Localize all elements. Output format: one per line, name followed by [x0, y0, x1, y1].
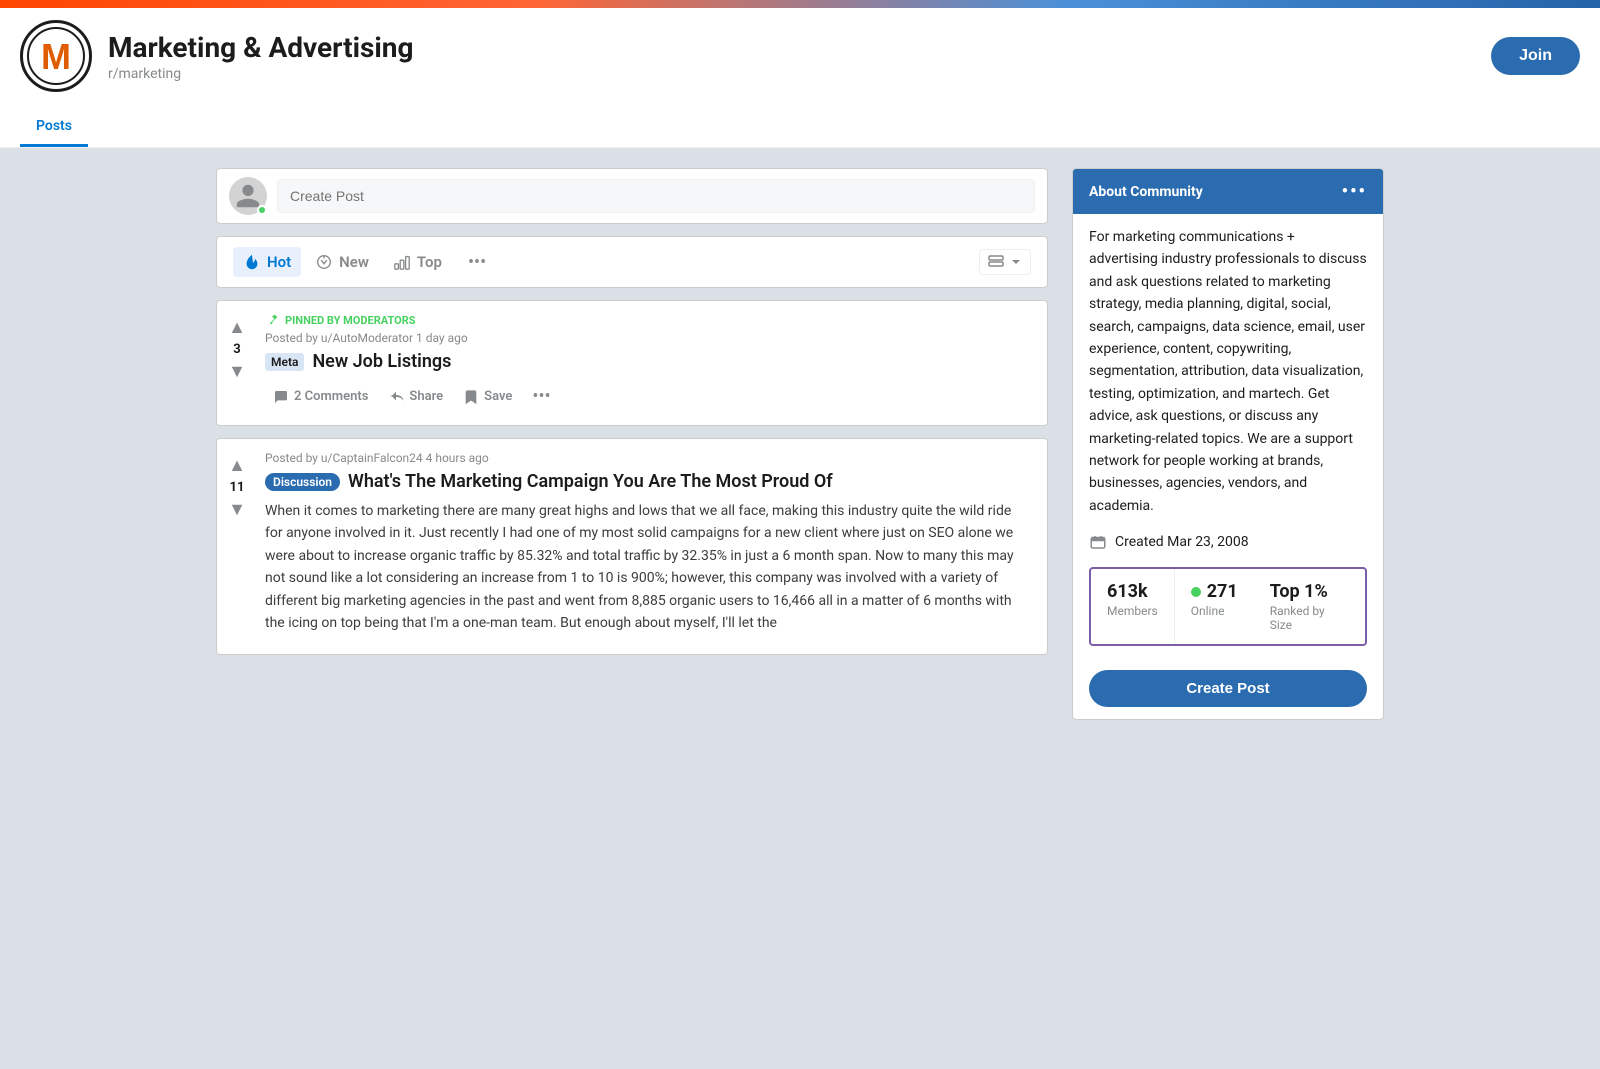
post-title-row-1: Meta New Job Listings — [265, 351, 1031, 372]
user-avatar — [229, 177, 267, 215]
members-label: Members — [1107, 604, 1158, 618]
about-more-btn[interactable]: ••• — [1342, 181, 1367, 202]
vote-col-2: ▲ 11 ▼ — [217, 447, 257, 646]
share-btn-1[interactable]: Share — [380, 383, 451, 411]
post-title-row-2: Discussion What's The Marketing Campaign… — [265, 471, 1031, 492]
downvote-2[interactable]: ▼ — [228, 499, 246, 520]
about-box: About Community ••• For marketing commun… — [1072, 168, 1384, 720]
create-post-box — [216, 168, 1048, 224]
online-label: Online — [1191, 604, 1238, 618]
sort-more-btn[interactable]: ••• — [460, 248, 494, 277]
main-feed: Hot New Top ••• — [216, 168, 1048, 736]
online-dot-sidebar — [1191, 587, 1201, 597]
about-header-label: About Community — [1089, 184, 1203, 200]
created-label: Created Mar 23, 2008 — [1115, 534, 1249, 550]
tag-meta-1: Meta — [265, 353, 304, 371]
about-header: About Community ••• — [1073, 169, 1383, 214]
post-title-2[interactable]: What's The Marketing Campaign You Are Th… — [348, 471, 833, 492]
comments-btn-1[interactable]: 2 Comments — [265, 383, 376, 411]
vote-count-1: 3 — [233, 342, 240, 357]
save-btn-1[interactable]: Save — [455, 383, 520, 411]
community-icon: M — [20, 20, 92, 92]
create-post-input[interactable] — [277, 179, 1035, 213]
post-body-2: When it comes to marketing there are man… — [265, 500, 1031, 634]
sort-bar: Hot New Top ••• — [216, 236, 1048, 288]
post-meta-1: Posted by u/AutoModerator 1 day ago — [265, 331, 1031, 345]
top-stat: Top 1% Ranked by Size — [1254, 569, 1365, 644]
vote-count-2: 11 — [230, 480, 245, 495]
page-layout: Hot New Top ••• — [200, 148, 1400, 756]
online-dot — [257, 205, 267, 215]
sort-new-label: New — [339, 253, 369, 271]
downvote-1[interactable]: ▼ — [228, 361, 246, 382]
created-row: Created Mar 23, 2008 — [1089, 533, 1367, 551]
view-toggle[interactable] — [979, 249, 1031, 275]
post-more-1[interactable]: ••• — [524, 380, 558, 413]
top-value: Top 1% — [1270, 581, 1349, 602]
community-name: Marketing & Advertising — [108, 31, 1475, 64]
members-stat: 613k Members — [1091, 569, 1175, 644]
post-content-2: Posted by u/CaptainFalcon24 4 hours ago … — [257, 447, 1039, 646]
svg-text:M: M — [41, 36, 71, 77]
top-bar — [0, 0, 1600, 8]
post-actions-1: 2 Comments Share Save ••• — [265, 380, 1031, 413]
header-text: Marketing & Advertising r/marketing — [108, 31, 1475, 82]
sidebar-create-post-btn[interactable]: Create Post — [1089, 670, 1367, 707]
about-description: For marketing communications + advertisi… — [1089, 226, 1367, 517]
nav-tabs: Posts — [20, 108, 1580, 147]
tab-posts[interactable]: Posts — [20, 108, 88, 147]
stats-row: 613k Members 271 Online Top 1% Ranked by… — [1089, 567, 1367, 646]
sort-hot[interactable]: Hot — [233, 247, 301, 277]
sort-top[interactable]: Top — [383, 247, 452, 277]
post-title-1[interactable]: New Job Listings — [312, 351, 451, 372]
community-header: M Marketing & Advertising r/marketing Jo… — [0, 8, 1600, 148]
sidebar: About Community ••• For marketing commun… — [1072, 168, 1384, 736]
post-meta-2: Posted by u/CaptainFalcon24 4 hours ago — [265, 451, 1031, 465]
join-button[interactable]: Join — [1491, 37, 1580, 75]
sort-new[interactable]: New — [305, 247, 379, 277]
post-content-1: PINNED BY MODERATORS Posted by u/AutoMod… — [257, 309, 1039, 417]
vote-col-1: ▲ 3 ▼ — [217, 309, 257, 417]
sort-hot-label: Hot — [267, 253, 291, 271]
about-body: For marketing communications + advertisi… — [1073, 214, 1383, 719]
upvote-1[interactable]: ▲ — [228, 317, 246, 338]
members-count: 613k — [1107, 581, 1158, 602]
post-card-pinned: ▲ 3 ▼ PINNED BY MODERATORS Posted by u/A… — [216, 300, 1048, 426]
post-card-discussion: ▲ 11 ▼ Posted by u/CaptainFalcon24 4 hou… — [216, 438, 1048, 655]
online-count: 271 — [1191, 581, 1238, 602]
pinned-label: PINNED BY MODERATORS — [265, 313, 1031, 327]
ranked-label: Ranked by Size — [1270, 604, 1349, 632]
sort-top-label: Top — [417, 253, 442, 271]
upvote-2[interactable]: ▲ — [228, 455, 246, 476]
community-sub: r/marketing — [108, 66, 1475, 82]
online-stat: 271 Online — [1175, 569, 1254, 644]
tag-discussion-2: Discussion — [265, 473, 340, 491]
